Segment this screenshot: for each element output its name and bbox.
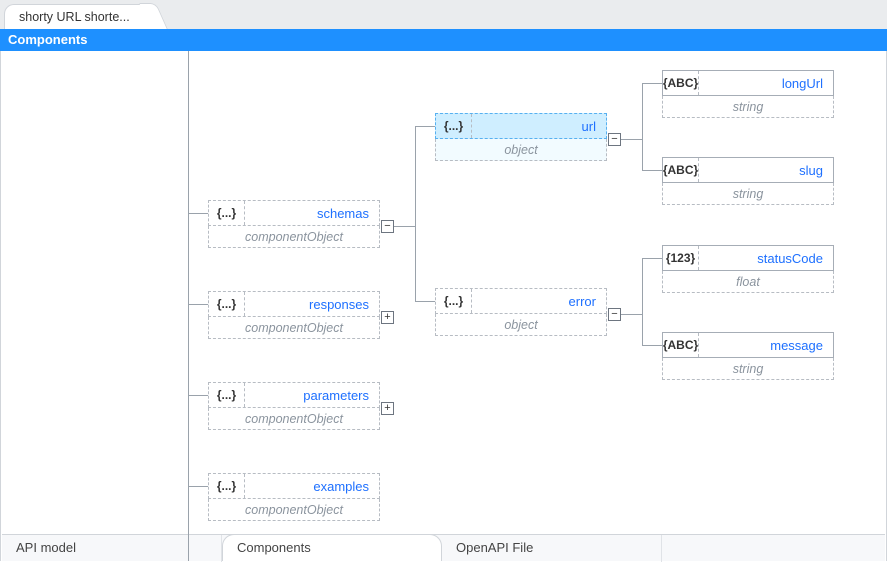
node-label: message (699, 333, 833, 357)
connector (642, 258, 662, 259)
connector (188, 51, 189, 561)
diagram-canvas: {...}schemas componentObject {...}respon… (0, 51, 887, 561)
connector (188, 304, 208, 305)
string-icon: {ABC} (663, 71, 699, 95)
object-icon: {...} (209, 474, 245, 498)
node-error[interactable]: {...}error object (435, 288, 607, 336)
connector (415, 301, 435, 302)
node-label: slug (699, 158, 833, 182)
tab-label: API model (16, 540, 76, 555)
tab-components[interactable]: Components (222, 534, 442, 561)
node-label: url (472, 114, 606, 138)
tab-api-model[interactable]: API model (2, 535, 222, 562)
node-statuscode[interactable]: {123}statusCode float (662, 245, 834, 293)
tab-label: Components (237, 540, 311, 555)
connector (188, 486, 208, 487)
object-icon: {...} (209, 201, 245, 225)
toggle-error[interactable] (608, 308, 621, 321)
node-slug[interactable]: {ABC}slug string (662, 157, 834, 205)
bottom-tab-strip: API model Components OpenAPI File (2, 534, 885, 561)
node-type: object (435, 314, 607, 336)
node-responses[interactable]: {...}responses componentObject (208, 291, 380, 339)
object-icon: {...} (209, 292, 245, 316)
node-type: string (662, 96, 834, 118)
object-icon: {...} (436, 289, 472, 313)
node-message[interactable]: {ABC}message string (662, 332, 834, 380)
connector (415, 126, 416, 302)
number-icon: {123} (663, 246, 699, 270)
node-type: componentObject (208, 499, 380, 521)
node-parameters[interactable]: {...}parameters componentObject (208, 382, 380, 430)
connector (642, 83, 662, 84)
node-type: componentObject (208, 408, 380, 430)
node-examples[interactable]: {...}examples componentObject (208, 473, 380, 521)
node-type: string (662, 358, 834, 380)
node-label: parameters (245, 383, 379, 407)
node-label: error (472, 289, 606, 313)
tab-label: OpenAPI File (456, 540, 533, 555)
node-label: responses (245, 292, 379, 316)
node-label: longUrl (699, 71, 833, 95)
node-url[interactable]: {...}url object (435, 113, 607, 161)
connector (621, 314, 642, 315)
file-tab[interactable]: shorty URL shorte... (4, 4, 155, 29)
node-schemas[interactable]: {...}schemas componentObject (208, 200, 380, 248)
toggle-responses[interactable] (381, 311, 394, 324)
node-label: examples (245, 474, 379, 498)
header-bar: Components (0, 29, 887, 51)
node-label: statusCode (699, 246, 833, 270)
connector (188, 395, 208, 396)
connector (642, 345, 662, 346)
connector (394, 226, 416, 227)
node-type: componentObject (208, 226, 380, 248)
toggle-parameters[interactable] (381, 402, 394, 415)
toggle-schemas[interactable] (381, 220, 394, 233)
toggle-url[interactable] (608, 133, 621, 146)
connector (642, 258, 643, 346)
node-type: componentObject (208, 317, 380, 339)
connector (642, 83, 643, 171)
object-icon: {...} (436, 114, 472, 138)
connector (642, 170, 662, 171)
tab-openapi-file[interactable]: OpenAPI File (442, 535, 662, 562)
string-icon: {ABC} (663, 333, 699, 357)
file-tab-label: shorty URL shorte... (19, 10, 130, 24)
node-label: schemas (245, 201, 379, 225)
node-type: string (662, 183, 834, 205)
node-longurl[interactable]: {ABC}longUrl string (662, 70, 834, 118)
connector (188, 213, 208, 214)
connector (621, 139, 642, 140)
file-tab-row: shorty URL shorte... (0, 0, 887, 29)
string-icon: {ABC} (663, 158, 699, 182)
connector (415, 126, 435, 127)
node-type: object (435, 139, 607, 161)
object-icon: {...} (209, 383, 245, 407)
node-type: float (662, 271, 834, 293)
header-title: Components (8, 32, 87, 47)
